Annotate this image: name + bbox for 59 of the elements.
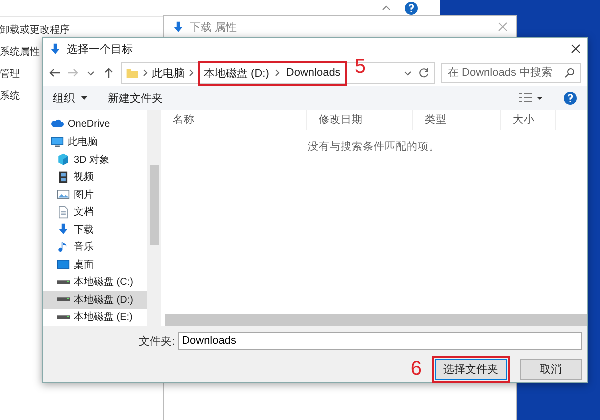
drive-icon	[57, 314, 70, 320]
view-options-icon[interactable]	[518, 92, 544, 104]
column-header[interactable]: 修改日期	[307, 110, 413, 130]
organize-menu[interactable]: 组织	[53, 90, 88, 106]
new-folder-button[interactable]: 新建文件夹	[108, 90, 163, 106]
breadcrumb-item[interactable]: 此电脑	[152, 66, 185, 80]
breadcrumb-item[interactable]: Downloads	[286, 67, 341, 79]
drive-icon	[57, 280, 70, 285]
step-number: 6	[410, 358, 422, 381]
scrollbar[interactable]	[147, 110, 161, 326]
breadcrumb-item[interactable]: 本地磁盘 (D:)	[204, 66, 270, 80]
document-icon	[57, 206, 70, 219]
control-panel-link[interactable]: 卸载或更改程序	[0, 21, 165, 39]
up-arrow-icon[interactable]	[103, 67, 115, 79]
chevron-icon	[189, 69, 194, 77]
nav-item[interactable]: 视频	[43, 168, 147, 186]
back-arrow-icon[interactable]	[49, 67, 61, 79]
search-icon	[564, 67, 576, 79]
field-label: 文件夹:	[139, 334, 176, 348]
column-header[interactable]: 类型	[413, 110, 501, 130]
chevron-icon	[275, 69, 280, 77]
help-icon[interactable]	[405, 2, 418, 14]
nav-item[interactable]: 此电脑	[43, 134, 147, 151]
nav-item[interactable]: 本地磁盘 (C:)	[43, 274, 147, 291]
nav-item[interactable]: 音乐	[43, 238, 147, 256]
desktop-icon	[57, 258, 70, 272]
nav-item[interactable]: 本地磁盘 (E:)	[43, 308, 147, 326]
close-icon[interactable]	[571, 44, 581, 54]
nav-item[interactable]: OneDrive	[43, 116, 147, 134]
empty-message: 没有与搜索条件匹配的项。	[307, 140, 441, 154]
chevron-icon	[143, 69, 148, 77]
cancel-button[interactable]: 取消	[520, 359, 582, 380]
chevron-up-icon[interactable]	[382, 5, 391, 11]
download-icon	[57, 223, 70, 236]
help-icon[interactable]	[564, 92, 577, 104]
download-icon	[49, 42, 62, 56]
nav-item[interactable]: 图片	[43, 186, 147, 204]
search-field[interactable]: 在 Downloads 中搜索	[441, 63, 581, 83]
select-folder-button[interactable]: 选择文件夹	[435, 359, 507, 380]
nav-item[interactable]: 桌面	[43, 256, 147, 274]
cube-icon	[57, 153, 70, 166]
scrollbar[interactable]	[165, 314, 587, 326]
computer-icon	[51, 136, 64, 149]
nav-item[interactable]: 文档	[43, 204, 147, 221]
refresh-icon[interactable]	[418, 67, 430, 79]
caret-icon	[81, 96, 88, 100]
folder-name-field[interactable]: Downloads	[178, 332, 582, 350]
nav-item[interactable]: 3D 对象	[43, 151, 147, 168]
column-header[interactable]: 名称	[161, 110, 307, 130]
film-icon	[57, 170, 70, 184]
download-icon	[172, 20, 185, 34]
drive-icon	[57, 297, 70, 302]
column-header[interactable]: 大小	[501, 110, 556, 130]
window-title: 下载 属性	[190, 20, 238, 34]
nav-item[interactable]: 下载	[43, 221, 147, 238]
picture-icon	[57, 188, 70, 202]
nav-item[interactable]: 本地磁盘 (D:)	[43, 291, 147, 308]
window-title: 选择一个目标	[67, 42, 134, 56]
folder-icon	[126, 66, 139, 80]
